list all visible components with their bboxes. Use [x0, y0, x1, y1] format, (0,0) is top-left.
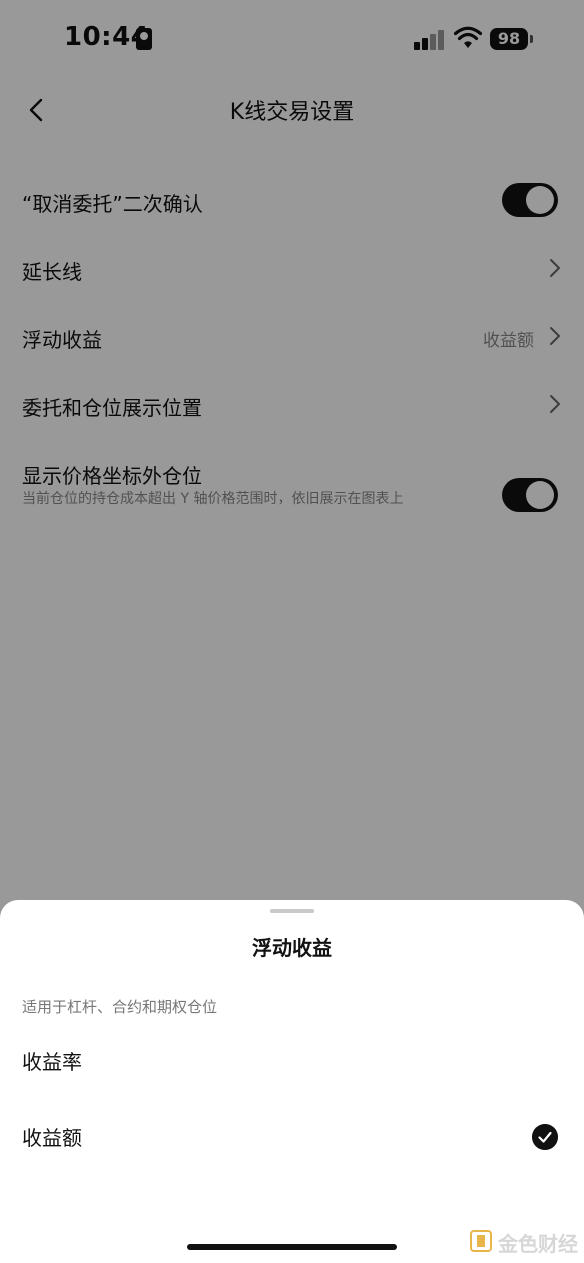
option-return-rate[interactable]: 收益率: [0, 1032, 584, 1088]
sheet-title: 浮动收益: [252, 936, 332, 960]
watermark-text: 金色财经: [498, 1232, 578, 1256]
option-label: 收益额: [22, 1126, 82, 1150]
sheet-drag-handle[interactable]: [270, 909, 314, 913]
option-return-amount[interactable]: 收益额: [0, 1108, 584, 1164]
checkmark-icon: [532, 1124, 558, 1150]
sheet-note: 适用于杠杆、合约和期权仓位: [22, 998, 218, 1016]
option-label: 收益率: [22, 1050, 82, 1074]
bottom-sheet: 浮动收益 适用于杠杆、合约和期权仓位 收益率 收益额: [0, 900, 584, 1263]
home-indicator: [187, 1244, 397, 1250]
watermark-logo-icon: [470, 1230, 492, 1252]
